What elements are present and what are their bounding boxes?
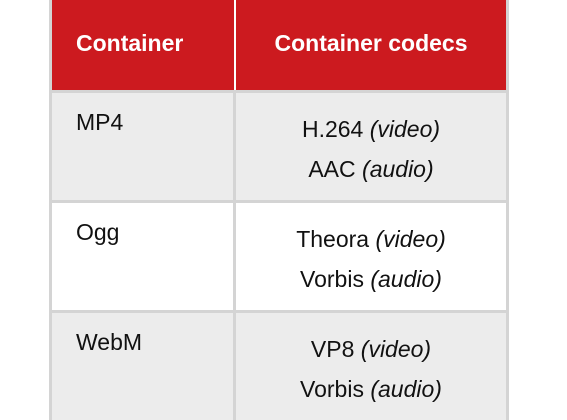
- codec-name: Theora: [296, 226, 370, 252]
- codec-line: Theora (video): [236, 219, 506, 259]
- codec-type: (audio): [370, 266, 442, 292]
- codec-line: VP8 (video): [236, 329, 506, 369]
- codec-name: H.264: [301, 116, 364, 142]
- container-name: MP4: [52, 93, 236, 200]
- table-header-row: Container Container codecs: [52, 0, 506, 90]
- table-row: Ogg Theora (video) Vorbis (audio): [52, 200, 506, 310]
- codec-name: Vorbis: [300, 266, 364, 292]
- header-container-codecs: Container codecs: [274, 30, 468, 56]
- codec-type: (audio): [370, 376, 442, 402]
- codec-list: VP8 (video) Vorbis (audio): [236, 313, 506, 420]
- container-name: Ogg: [52, 203, 236, 310]
- codec-name: Vorbis: [300, 376, 364, 402]
- codec-type: (video): [360, 336, 432, 362]
- header-container: Container: [52, 0, 236, 90]
- codec-line: Vorbis (audio): [236, 259, 506, 299]
- codec-line: AAC (audio): [236, 149, 506, 189]
- codec-type: (video): [375, 226, 446, 252]
- codec-name: VP8: [310, 336, 355, 362]
- codec-line: Vorbis (audio): [236, 369, 506, 409]
- container-name: WebM: [52, 313, 236, 420]
- codec-list: Theora (video) Vorbis (audio): [236, 203, 506, 310]
- codec-list: H.264 (video) AAC (audio): [236, 93, 506, 200]
- table-row: WebM VP8 (video) Vorbis (audio): [52, 310, 506, 420]
- table-row: MP4 H.264 (video) AAC (audio): [52, 90, 506, 200]
- codec-table: Container Container codecs MP4 H.264 (vi…: [49, 0, 509, 420]
- codec-type: (video): [369, 116, 441, 142]
- codec-type: (audio): [362, 156, 434, 182]
- codec-name: AAC: [308, 156, 356, 182]
- codec-line: H.264 (video): [236, 109, 506, 149]
